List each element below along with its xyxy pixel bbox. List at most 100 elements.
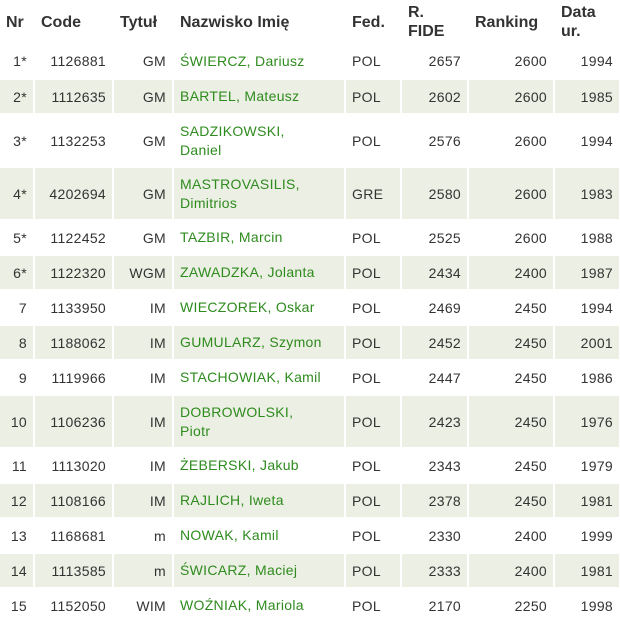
player-name-line1: SADZIKOWSKI, xyxy=(180,122,285,139)
player-name-line1: BARTEL, Mateusz xyxy=(180,88,300,104)
cell-nr: 11 xyxy=(0,448,35,484)
cell-nr: 7 xyxy=(0,290,35,326)
cell-fed: POL xyxy=(345,483,402,519)
table-row: 7 1133950 IM WIECZOREK, Oskar POL 2469 2450 199… xyxy=(0,290,620,326)
player-name-link[interactable]: NOWAK, Kamil xyxy=(180,527,279,543)
cell-ranking: 2400 xyxy=(468,518,555,554)
cell-fide: 2434 xyxy=(401,255,469,291)
cell-fide: 2657 xyxy=(401,44,469,80)
cell-ranking: 2400 xyxy=(468,553,555,589)
player-name-line1: ŚWIERCZ, Dariusz xyxy=(180,52,305,69)
cell-title: IM xyxy=(113,325,174,361)
player-name-link[interactable]: ŚWICARZ, Maciej xyxy=(180,562,297,578)
cell-ranking: 2600 xyxy=(468,167,555,221)
cell-born: 1994 xyxy=(554,44,620,80)
header-code[interactable]: Code xyxy=(34,0,114,44)
cell-name: ŚWIERCZ, Dariusz xyxy=(173,44,346,80)
cell-ranking: 2450 xyxy=(468,395,555,449)
cell-code: 1126881 xyxy=(34,44,114,80)
player-name-line1: TAZBIR, Marcin xyxy=(180,229,283,245)
player-name-line2: Dimitrios xyxy=(180,194,238,211)
cell-name: MASTROVASILIS, Dimitrios xyxy=(173,167,346,221)
cell-born: 1983 xyxy=(554,167,620,221)
table-row: 3* 1132253 GM SADZIKOWSKI, Daniel POL 2576 2600… xyxy=(0,114,620,168)
cell-title: GM xyxy=(113,220,174,256)
cell-fide: 2576 xyxy=(401,114,469,168)
player-name-link[interactable]: RAJLICH, Iweta xyxy=(180,492,284,508)
cell-fed: POL xyxy=(345,518,402,554)
player-name-link[interactable]: BARTEL, Mateusz xyxy=(180,88,299,104)
cell-fide: 2580 xyxy=(401,167,469,221)
cell-title: WGM xyxy=(113,255,174,291)
cell-born: 1981 xyxy=(554,483,620,519)
header-title[interactable]: Tytuł xyxy=(113,0,174,44)
table-row: 5* 1122452 GM TAZBIR, Marcin POL 2525 2600 1988 xyxy=(0,220,620,256)
cell-nr: 9 xyxy=(0,360,35,396)
cell-fide: 2452 xyxy=(401,325,469,361)
player-name-link[interactable]: ŚWIERCZ, Dariusz xyxy=(180,53,305,69)
cell-fed: POL xyxy=(345,448,402,484)
cell-nr: 3* xyxy=(0,114,35,168)
cell-name: GUMULARZ, Szymon xyxy=(173,325,346,361)
cell-title: GM xyxy=(113,114,174,168)
cell-title: IM xyxy=(113,448,174,484)
cell-nr: 6* xyxy=(0,255,35,291)
player-name-link[interactable]: STACHOWIAK, Kamil xyxy=(180,369,321,385)
cell-born: 1994 xyxy=(554,114,620,168)
player-name-line1: RAJLICH, Iweta xyxy=(180,492,284,508)
player-name-link[interactable]: GUMULARZ, Szymon xyxy=(180,334,322,350)
cell-code: 1122452 xyxy=(34,220,114,256)
header-fide[interactable]: R. FIDE xyxy=(401,0,469,44)
player-name-line1: ŻEBERSKI, Jakub xyxy=(180,457,299,473)
player-name-line1: STACHOWIAK, Kamil xyxy=(180,369,321,385)
cell-code: 1152050 xyxy=(34,588,114,624)
player-name-link[interactable]: WOŹNIAK, Mariola xyxy=(180,597,304,613)
table-row: 11 1113020 IM ŻEBERSKI, Jakub POL 2343 2450 197… xyxy=(0,448,620,484)
cell-code: 1108166 xyxy=(34,483,114,519)
cell-born: 1994 xyxy=(554,290,620,326)
table-row: 10 1106236 IM DOBROWOLSKI, Piotr POL 2423 2450 1… xyxy=(0,395,620,449)
player-name-link[interactable]: ZAWADZKA, Jolanta xyxy=(180,264,315,280)
table-row: 6* 1122320 WGM ZAWADZKA, Jolanta POL 2434 2400… xyxy=(0,255,620,291)
cell-fide: 2343 xyxy=(401,448,469,484)
player-name-link[interactable]: DOBROWOLSKI, Piotr xyxy=(180,404,293,439)
header-nr[interactable]: Nr xyxy=(0,0,35,44)
cell-fed: POL xyxy=(345,290,402,326)
header-born[interactable]: Data ur. xyxy=(554,0,620,44)
cell-ranking: 2450 xyxy=(468,290,555,326)
player-name-link[interactable]: WIECZOREK, Oskar xyxy=(180,299,315,315)
cell-fide: 2525 xyxy=(401,220,469,256)
cell-title: GM xyxy=(113,44,174,80)
cell-born: 1986 xyxy=(554,360,620,396)
cell-fed: POL xyxy=(345,553,402,589)
header-fide-line1: R. xyxy=(408,4,424,21)
cell-ranking: 2600 xyxy=(468,44,555,80)
players-table: Nr Code Tytuł Nazwisko Imię Fed. R. FIDE … xyxy=(0,0,620,624)
player-name-link[interactable]: SADZIKOWSKI, Daniel xyxy=(180,123,285,158)
cell-code: 1106236 xyxy=(34,395,114,449)
player-name-link[interactable]: ŻEBERSKI, Jakub xyxy=(180,457,299,473)
cell-code: 1188062 xyxy=(34,325,114,361)
cell-name: ŚWICARZ, Maciej xyxy=(173,553,346,589)
cell-name: WIECZOREK, Oskar xyxy=(173,290,346,326)
player-name-link[interactable]: TAZBIR, Marcin xyxy=(180,229,283,245)
cell-title: GM xyxy=(113,79,174,115)
cell-nr: 14 xyxy=(0,553,35,589)
player-name-link[interactable]: MASTROVASILIS, Dimitrios xyxy=(180,176,300,211)
cell-name: DOBROWOLSKI, Piotr xyxy=(173,395,346,449)
cell-fed: POL xyxy=(345,44,402,80)
cell-fed: POL xyxy=(345,220,402,256)
cell-ranking: 2600 xyxy=(468,114,555,168)
header-ranking[interactable]: Ranking xyxy=(468,0,555,44)
header-name[interactable]: Nazwisko Imię xyxy=(173,0,346,44)
cell-born: 1999 xyxy=(554,518,620,554)
cell-ranking: 2400 xyxy=(468,255,555,291)
cell-nr: 4* xyxy=(0,167,35,221)
table-row: 2* 1112635 GM BARTEL, Mateusz POL 2602 2600 198… xyxy=(0,79,620,115)
cell-fed: POL xyxy=(345,79,402,115)
cell-nr: 2* xyxy=(0,79,35,115)
header-row: Nr Code Tytuł Nazwisko Imię Fed. R. FIDE … xyxy=(0,0,620,44)
header-fed[interactable]: Fed. xyxy=(345,0,402,44)
cell-name: NOWAK, Kamil xyxy=(173,518,346,554)
player-name-line1: WIECZOREK, Oskar xyxy=(180,299,315,315)
